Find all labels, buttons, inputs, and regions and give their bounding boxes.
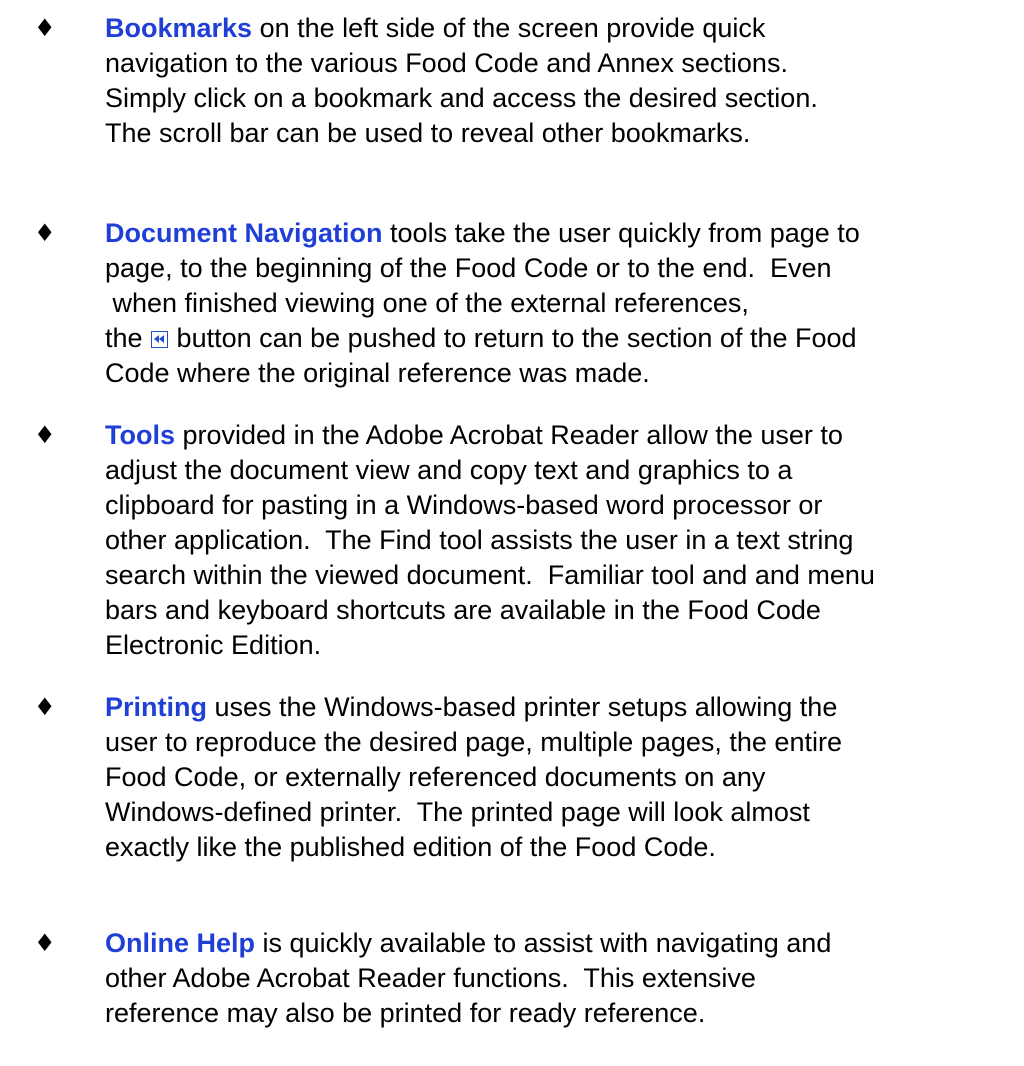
item-text: provided in the Adobe Acrobat Reader all… (175, 420, 843, 450)
term-printing: Printing (105, 692, 207, 722)
item-line: Code where the original reference was ma… (105, 358, 650, 388)
item-line: other application. The Find tool assists… (105, 525, 854, 555)
term-tools: Tools (105, 420, 175, 450)
bullet-icon: ♦ (34, 421, 56, 449)
item-line: page, to the beginning of the Food Code … (105, 253, 832, 283)
item-line: Windows-defined printer. The printed pag… (105, 797, 810, 827)
item-line: Electronic Edition. (105, 630, 322, 660)
item-line: when finished viewing one of the externa… (105, 288, 749, 318)
item-line: adjust the document view and copy text a… (105, 455, 793, 485)
item-text: tools take the user quickly from page to (382, 218, 860, 248)
item-text: the (105, 323, 151, 353)
item-line: Document Navigation tools take the user … (105, 216, 860, 251)
item-line: bars and keyboard shortcuts are availabl… (105, 595, 821, 625)
item-line: Printing uses the Windows-based printer … (105, 690, 837, 725)
item-line: Online Help is quickly available to assi… (105, 926, 831, 961)
item-line: other Adobe Acrobat Reader functions. Th… (105, 963, 756, 993)
bullet-icon: ♦ (34, 14, 56, 42)
item-text: is quickly available to assist with navi… (255, 928, 832, 958)
item-line: Food Code, or externally referenced docu… (105, 762, 766, 792)
bullet-icon: ♦ (34, 929, 56, 957)
item-line: the button can be pushed to return to th… (105, 321, 857, 356)
term-bookmarks: Bookmarks (105, 13, 253, 43)
term-document-navigation: Document Navigation (105, 218, 383, 248)
item-text: on the left side of the screen provide q… (252, 13, 766, 43)
item-line: navigation to the various Food Code and … (105, 48, 788, 78)
bullet-icon: ♦ (34, 693, 56, 721)
item-line: exactly like the published edition of th… (105, 832, 716, 862)
go-back-icon[interactable] (151, 331, 169, 348)
item-line: user to reproduce the desired page, mult… (105, 727, 842, 757)
item-text: uses the Windows-based printer setups al… (207, 692, 838, 722)
item-line: Tools provided in the Adobe Acrobat Read… (105, 418, 843, 453)
item-text: button can be pushed to return to the se… (169, 323, 857, 353)
item-line: reference may also be printed for ready … (105, 998, 706, 1028)
item-line: Simply click on a bookmark and access th… (105, 83, 818, 113)
item-line: The scroll bar can be used to reveal oth… (105, 118, 751, 148)
term-online-help: Online Help (105, 928, 256, 958)
document-page: ♦ Bookmarks on the left side of the scre… (0, 0, 1024, 1066)
item-line: search within the viewed document. Famil… (105, 560, 875, 590)
item-line: clipboard for pasting in a Windows-based… (105, 490, 823, 520)
item-line: Bookmarks on the left side of the screen… (105, 11, 765, 46)
bullet-icon: ♦ (34, 219, 56, 247)
